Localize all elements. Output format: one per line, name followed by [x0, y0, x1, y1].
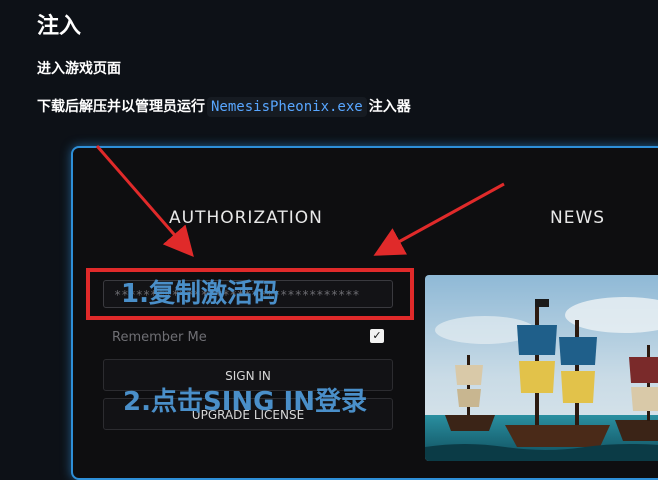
arrow-left-icon: [95, 145, 194, 258]
annotation-arrows: [95, 145, 505, 258]
arrow-right-icon: [373, 182, 505, 256]
